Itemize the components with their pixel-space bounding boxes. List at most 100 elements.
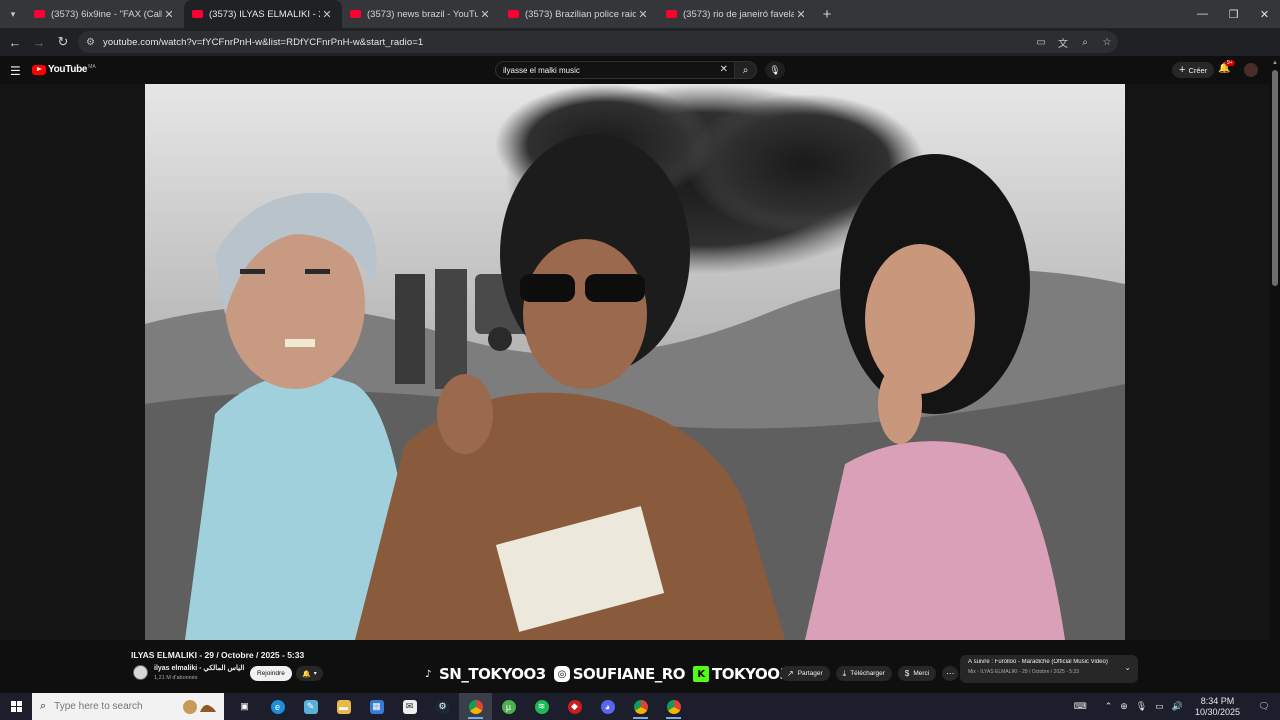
store-app[interactable]: ▦ bbox=[360, 693, 393, 720]
url-text[interactable]: youtube.com/watch?v=fYCFnrPnH-w&list=RDf… bbox=[103, 37, 423, 48]
keyboard-icon[interactable]: ⌨ bbox=[1074, 701, 1087, 712]
zoom-icon[interactable]: ⌕ bbox=[1074, 37, 1096, 48]
bell-icon: 🔔 bbox=[302, 670, 311, 678]
up-next-title: À suivre : Furolloo - Maradiche (Officia… bbox=[968, 659, 1108, 665]
tab-close-icon[interactable]: ✕ bbox=[320, 8, 334, 21]
up-next-card[interactable]: À suivre : Furolloo - Maradiche (Officia… bbox=[960, 655, 1138, 683]
microphone-tray-icon[interactable]: 🎙 bbox=[1136, 701, 1147, 712]
show-hidden-icons-chevron-icon[interactable]: ⌃ bbox=[1105, 701, 1113, 712]
thanks-icon: $ bbox=[904, 669, 910, 678]
clear-search-icon[interactable]: ✕ bbox=[720, 64, 728, 75]
youtube-masthead: ☰ YouTube MA ✕ ⌕ 🎙 + Créer 🔔 9+ bbox=[0, 56, 1280, 84]
instagram-icon: ◎ bbox=[553, 666, 570, 682]
minimize-icon[interactable]: — bbox=[1187, 0, 1218, 28]
instagram-handle-text: SOUFIANE_RO bbox=[572, 665, 686, 683]
tab-close-icon[interactable]: ✕ bbox=[478, 8, 492, 21]
page-scrollbar[interactable]: ▲ bbox=[1270, 60, 1280, 690]
edge-app[interactable]: e bbox=[261, 693, 294, 720]
search-input[interactable] bbox=[503, 65, 703, 75]
video-frame[interactable] bbox=[145, 84, 1125, 640]
chrome-second-app[interactable] bbox=[624, 693, 657, 720]
close-window-icon[interactable]: ✕ bbox=[1249, 0, 1280, 28]
file-explorer-app[interactable]: ▬ bbox=[327, 693, 360, 720]
share-button[interactable]: ↗ Partager bbox=[780, 666, 830, 681]
youtube-logo[interactable]: YouTube MA bbox=[32, 64, 96, 75]
taskbar-search-input[interactable] bbox=[54, 701, 175, 712]
taskbar-search[interactable]: ⌕ bbox=[32, 693, 224, 720]
translate-icon[interactable]: 文 bbox=[1052, 35, 1074, 50]
join-button[interactable]: Rejoindre bbox=[250, 666, 292, 681]
guide-menu-icon[interactable]: ☰ bbox=[10, 64, 21, 78]
window-controls: — ❐ ✕ bbox=[1187, 0, 1280, 28]
red-app[interactable]: ◆ bbox=[558, 693, 591, 720]
video-player[interactable] bbox=[0, 84, 1280, 640]
network-app-icon[interactable]: ⊕ bbox=[1120, 701, 1128, 712]
spotify-icon: ≋ bbox=[534, 699, 549, 714]
tab-close-icon[interactable]: ✕ bbox=[794, 8, 808, 21]
site-info-icon[interactable]: ⚙ bbox=[86, 37, 95, 48]
chrome-app[interactable] bbox=[459, 693, 492, 720]
chevron-down-icon[interactable]: ⌄ bbox=[1124, 663, 1131, 672]
voice-search-button[interactable]: 🎙 bbox=[765, 61, 785, 79]
browser-tab-strip: ▾ (3573) 6ix9ine - "FAX (Call Me W ✕ (35… bbox=[0, 0, 1280, 28]
steam-app[interactable]: ⚙ bbox=[426, 693, 459, 720]
channel-avatar[interactable] bbox=[133, 665, 148, 680]
reload-icon[interactable]: ↻ bbox=[51, 34, 75, 50]
download-icon: ⤓ bbox=[842, 668, 847, 678]
windows-taskbar: ⌕ ▣ e ✎ ▬ ▦ ✉ ⚙ µ ≋ ◆ ◕ ⌨ ⌃ ⊕ 🎙 ▭ 🔊 8:34… bbox=[0, 693, 1280, 720]
notification-center-icon[interactable]: 🗨 bbox=[1252, 701, 1276, 712]
restore-icon[interactable]: ❐ bbox=[1218, 0, 1249, 28]
bookmark-star-icon[interactable]: ☆ bbox=[1096, 37, 1118, 48]
tab-search-button[interactable]: ▾ bbox=[0, 0, 26, 28]
chrome-icon bbox=[633, 699, 648, 714]
forward-arrow-icon[interactable]: → bbox=[27, 35, 51, 50]
channel-name[interactable]: ilyas elmaliki - الياس المالكي bbox=[154, 664, 244, 672]
tiktok-handle: ♪ SN_TOKYOO3 bbox=[420, 665, 546, 683]
browser-tab[interactable]: (3573) 6ix9ine - "FAX (Call Me W ✕ bbox=[26, 0, 184, 28]
account-avatar[interactable] bbox=[1244, 63, 1258, 77]
thanks-label: Merci bbox=[913, 670, 930, 677]
youtube-favicon-icon bbox=[508, 10, 519, 18]
scrollbar-thumb[interactable] bbox=[1272, 70, 1278, 286]
new-tab-button[interactable]: + bbox=[816, 6, 838, 23]
cast-icon[interactable]: ▭ bbox=[1030, 37, 1052, 48]
notepad-app[interactable]: ✎ bbox=[294, 693, 327, 720]
utorrent-icon: µ bbox=[501, 699, 516, 714]
search-box: ✕ bbox=[495, 61, 735, 79]
video-actions: ↗ Partager ⤓ Télécharger $ Merci ⋯ bbox=[780, 666, 959, 681]
tab-close-icon[interactable]: ✕ bbox=[636, 8, 650, 21]
browser-tab[interactable]: (3573) news brazil - YouTube ✕ bbox=[342, 0, 500, 28]
spotify-app[interactable]: ≋ bbox=[525, 693, 558, 720]
clock[interactable]: 8:34 PM 10/30/2025 bbox=[1195, 696, 1240, 718]
utorrent-app[interactable]: µ bbox=[492, 693, 525, 720]
country-code: MA bbox=[88, 63, 96, 70]
chrome-third-app[interactable] bbox=[657, 693, 690, 720]
download-button[interactable]: ⤓ Télécharger bbox=[835, 666, 892, 681]
subscriber-count: 1,21 M d'abonnés bbox=[154, 675, 198, 681]
volume-icon[interactable]: 🔊 bbox=[1172, 701, 1183, 712]
tab-close-icon[interactable]: ✕ bbox=[162, 8, 176, 21]
discord-app[interactable]: ◕ bbox=[591, 693, 624, 720]
subscription-bell-button[interactable]: 🔔 ▾ bbox=[296, 666, 323, 681]
store-icon: ▦ bbox=[369, 699, 384, 714]
search-icon: ⌕ bbox=[742, 64, 749, 76]
tiktok-handle-text: SN_TOKYOO3 bbox=[439, 665, 546, 683]
kick-handle: K TOKYOO3 bbox=[693, 665, 790, 683]
address-bar[interactable]: ⚙ youtube.com/watch?v=fYCFnrPnH-w&list=R… bbox=[78, 31, 1118, 53]
mail-app[interactable]: ✉ bbox=[393, 693, 426, 720]
scroll-up-arrow-icon[interactable]: ▲ bbox=[1272, 60, 1278, 66]
tab-title: (3573) ILYAS ELMALIKI - 29 / Oc bbox=[209, 8, 320, 20]
thanks-button[interactable]: $ Merci bbox=[897, 666, 937, 681]
more-actions-icon[interactable]: ⋯ bbox=[942, 666, 959, 681]
browser-tab[interactable]: (3573) rio de janeiró favela reel ✕ bbox=[658, 0, 816, 28]
start-button[interactable] bbox=[0, 693, 32, 720]
mail-icon: ✉ bbox=[402, 699, 417, 714]
task-view-button[interactable]: ▣ bbox=[228, 693, 261, 720]
create-button[interactable]: + Créer bbox=[1172, 62, 1215, 78]
back-arrow-icon[interactable]: ← bbox=[3, 35, 27, 50]
wifi-icon[interactable]: ▭ bbox=[1155, 701, 1164, 712]
search-button[interactable]: ⌕ bbox=[735, 61, 757, 79]
browser-tab-active[interactable]: (3573) ILYAS ELMALIKI - 29 / Oc ✕ bbox=[184, 0, 342, 28]
browser-tab[interactable]: (3573) Brazilian police raid Rio d ✕ bbox=[500, 0, 658, 28]
browser-toolbar: ← → ↻ ⚙ youtube.com/watch?v=fYCFnrPnH-w&… bbox=[0, 28, 1280, 76]
